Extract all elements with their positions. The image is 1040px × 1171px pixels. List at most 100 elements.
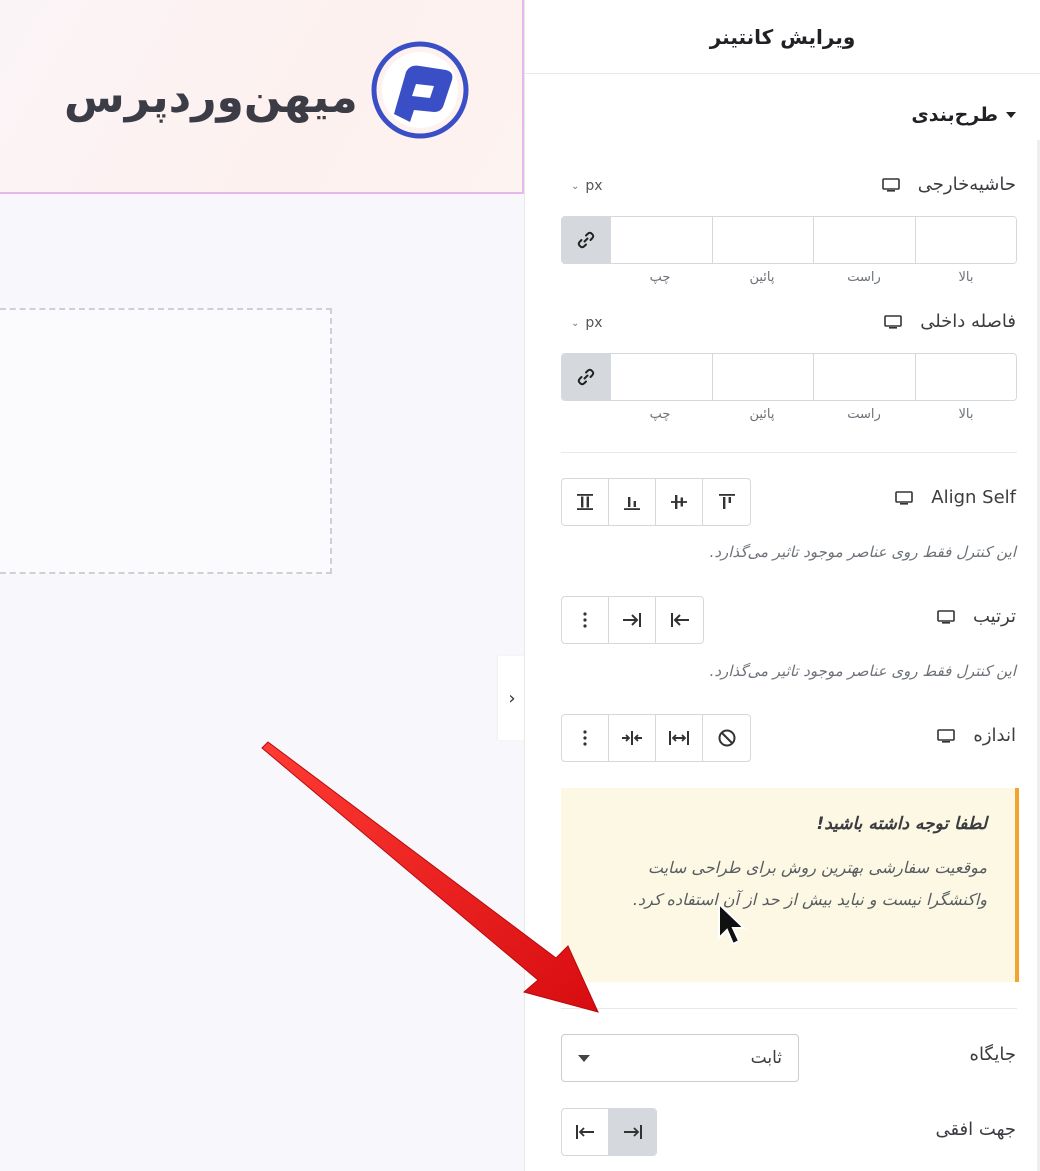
align-self-label: Align Self <box>931 487 1016 508</box>
order-custom-button[interactable] <box>562 597 609 643</box>
order-buttons <box>561 596 704 644</box>
more-vertical-icon <box>583 730 587 746</box>
align-end-button[interactable] <box>609 479 656 525</box>
caret-down-icon <box>1006 112 1016 118</box>
notice-title: لطفا توجه داشته باشید! <box>816 814 987 834</box>
order-label-row: ترتیب <box>937 606 1016 627</box>
margin-link-button[interactable] <box>562 217 610 263</box>
desktop-icon[interactable] <box>884 314 902 329</box>
desktop-icon[interactable] <box>881 177 900 192</box>
size-custom-button[interactable] <box>562 715 609 761</box>
desktop-icon[interactable] <box>937 728 956 743</box>
order-help: این کنترل فقط روی عناصر موجود تاثیر می‌گ… <box>709 662 1016 680</box>
align-end-icon <box>624 497 640 510</box>
margin-bottom-input[interactable] <box>711 217 813 263</box>
section-title-layout: طرح‌بندی <box>911 104 998 126</box>
padding-unit-select[interactable]: ⌄ px <box>571 315 603 331</box>
arrow-to-right-icon <box>623 613 641 627</box>
margin-right-input[interactable] <box>813 217 915 263</box>
notice-body: موقعیت سفارشی بهترین روش برای طراحی سایت… <box>632 858 987 909</box>
margin-inputs <box>561 216 1017 264</box>
orientation-left-button[interactable] <box>562 1109 609 1155</box>
logo-wordmark: میهن‌وردپرس <box>64 72 359 123</box>
margin-unit-select[interactable]: ⌄ px <box>571 178 603 194</box>
size-label-row: اندازه <box>937 725 1016 746</box>
margin-side-labels: بالا راست پائین چپ <box>561 270 1017 285</box>
align-self-buttons <box>561 478 751 526</box>
order-last-button[interactable] <box>609 597 656 643</box>
horizontal-orientation-label: جهت افقی <box>935 1119 1016 1140</box>
caret-down-icon <box>578 1054 590 1062</box>
warning-notice: لطفا توجه داشته باشید! موقعیت سفارشی بهت… <box>561 788 1019 982</box>
order-first-button[interactable] <box>656 597 703 643</box>
align-start-button[interactable] <box>703 479 750 525</box>
site-logo: میهن‌وردپرس <box>58 38 478 148</box>
position-label: جایگاه <box>969 1044 1016 1065</box>
link-icon <box>577 231 595 249</box>
editor-canvas: میهن‌وردپرس › <box>0 0 526 1171</box>
side-label: بالا <box>958 407 974 422</box>
padding-left-input[interactable] <box>610 354 712 400</box>
side-label: راست <box>847 270 881 285</box>
align-stretch-button[interactable] <box>562 479 609 525</box>
position-select[interactable]: ثابت <box>561 1034 799 1082</box>
padding-label-row: فاصله داخلی <box>884 311 1016 332</box>
desktop-icon[interactable] <box>937 609 955 624</box>
padding-bottom-input[interactable] <box>711 354 813 400</box>
side-label: پائین <box>749 270 775 285</box>
ban-icon <box>718 729 735 747</box>
padding-top-input[interactable] <box>914 354 1016 400</box>
mouse-cursor-icon <box>718 902 746 946</box>
side-label: پائین <box>749 407 775 422</box>
desktop-icon[interactable] <box>895 490 914 505</box>
panel-title: ویرایش کانتینر <box>525 0 1040 74</box>
margin-top-input[interactable] <box>914 217 1016 263</box>
padding-label: فاصله داخلی <box>920 311 1016 332</box>
position-selected-value: ثابت <box>750 1048 782 1068</box>
empty-container-placeholder[interactable] <box>0 308 332 574</box>
arrow-from-left-icon <box>576 1125 594 1139</box>
padding-inputs <box>561 353 1017 401</box>
size-shrink-button[interactable] <box>609 715 656 761</box>
align-center-icon <box>671 495 687 509</box>
divider <box>561 1008 1017 1009</box>
orientation-right-button[interactable] <box>609 1109 656 1155</box>
size-grow-button[interactable] <box>656 715 703 761</box>
margin-label: حاشیه‌خارجی <box>917 174 1016 195</box>
side-label: چپ <box>649 270 671 285</box>
order-label: ترتیب <box>972 606 1016 627</box>
padding-link-button[interactable] <box>562 354 610 400</box>
section-toggle-layout[interactable]: طرح‌بندی <box>911 104 1016 126</box>
align-stretch-icon <box>577 494 593 510</box>
chevron-down-icon: ⌄ <box>571 317 580 329</box>
side-label: راست <box>847 407 881 422</box>
margin-left-input[interactable] <box>610 217 712 263</box>
chevron-down-icon: ⌄ <box>571 180 580 192</box>
divider <box>561 452 1017 453</box>
size-label: اندازه <box>973 725 1016 746</box>
grow-icon <box>669 731 689 745</box>
chevron-right-icon: › <box>508 687 516 709</box>
shrink-icon <box>622 731 642 745</box>
header-section[interactable]: میهن‌وردپرس <box>0 0 524 194</box>
link-icon <box>577 368 595 386</box>
arrow-from-right-icon <box>623 1125 642 1139</box>
align-self-help: این کنترل فقط روی عناصر موجود تاثیر می‌گ… <box>709 543 1016 561</box>
padding-side-labels: بالا راست پائین چپ <box>561 407 1017 422</box>
padding-right-input[interactable] <box>813 354 915 400</box>
size-buttons <box>561 714 751 762</box>
margin-label-row: حاشیه‌خارجی <box>881 174 1016 195</box>
arrow-to-left-icon <box>670 613 689 627</box>
panel-collapse-toggle[interactable]: › <box>498 656 526 740</box>
more-vertical-icon <box>583 612 587 628</box>
horizontal-orientation-buttons <box>561 1108 657 1156</box>
size-none-button[interactable] <box>703 715 750 761</box>
margin-unit: px <box>585 178 603 194</box>
align-center-button[interactable] <box>656 479 703 525</box>
padding-unit: px <box>585 315 603 331</box>
side-label: چپ <box>649 407 671 422</box>
align-start-icon <box>718 494 735 509</box>
side-label: بالا <box>958 270 974 285</box>
edit-container-panel: ویرایش کانتینر طرح‌بندی حاشیه‌خارجی ⌄ px… <box>524 0 1040 1171</box>
align-self-label-row: Align Self <box>895 487 1016 508</box>
